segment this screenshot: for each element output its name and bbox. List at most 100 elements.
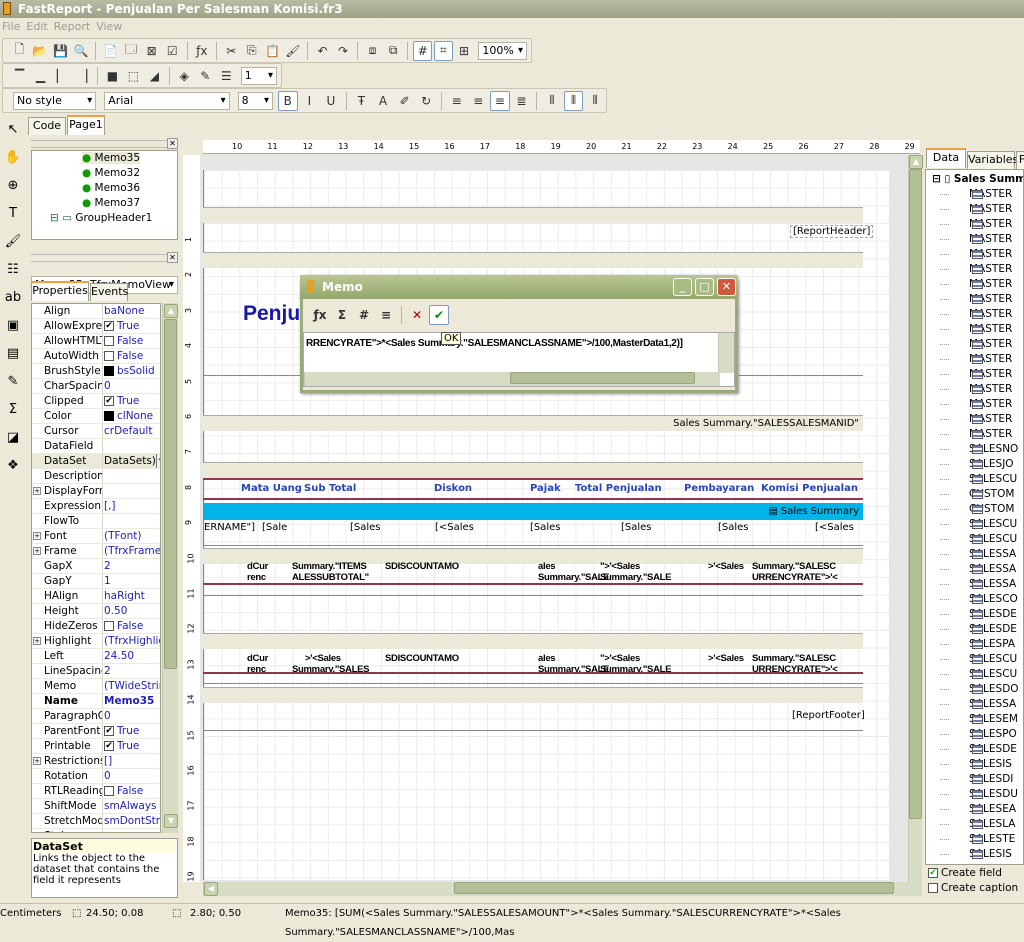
data-field-item[interactable]: MASTER [926, 232, 1023, 247]
tab-functions[interactable]: F [1016, 151, 1024, 169]
minimize-button[interactable]: _ [673, 278, 692, 296]
fill-color-button[interactable]: ◈ [175, 66, 194, 86]
band-memo[interactable]: Summary."SALESC [752, 653, 836, 664]
column-header[interactable]: Pajak [530, 483, 561, 494]
hand-tool[interactable]: ✋ [1, 145, 25, 169]
report-footer-band[interactable] [203, 687, 863, 703]
data-field-item[interactable]: MASTER [926, 322, 1023, 337]
format-painter-tool[interactable]: 🖌 [1, 229, 25, 253]
property-row[interactable]: +Highlight(TfrxHighlight) [32, 634, 160, 649]
property-value[interactable] [103, 484, 160, 498]
data-field-item[interactable]: MASTER [926, 397, 1023, 412]
property-row[interactable]: GapY 1 [32, 574, 160, 589]
memo-hscrollbar[interactable] [304, 372, 720, 386]
property-row[interactable]: Description [32, 469, 160, 484]
highlight-tool-tool[interactable]: ✎ [1, 369, 25, 393]
checkbox-icon[interactable]: ✔ [104, 321, 114, 331]
open-button[interactable]: 📂 [31, 41, 50, 61]
scroll-thumb[interactable] [454, 882, 894, 894]
property-row[interactable]: Style [32, 829, 160, 832]
report-header-memo[interactable]: [ReportHeader] [790, 225, 874, 238]
data-field-item[interactable]: MASTER [926, 187, 1023, 202]
band-memo[interactable]: ALESSUBTOTAL" [292, 572, 369, 583]
expand-icon[interactable]: + [33, 487, 41, 495]
band-memo[interactable]: renc [247, 572, 266, 583]
band-memo[interactable]: SDISCOUNTAMO [385, 653, 459, 664]
property-scrollbar[interactable]: ▲ ▼ [162, 303, 178, 833]
checkbox-icon[interactable] [104, 621, 114, 631]
band-memo[interactable]: ">'<Sales [600, 561, 640, 572]
data-field-item[interactable]: SALESPO [926, 727, 1023, 742]
menu-file[interactable]: File [2, 20, 20, 33]
new-button[interactable]: 🗋 [10, 41, 29, 61]
data-field-item[interactable]: SALESPA [926, 637, 1023, 652]
property-row[interactable]: RTLReading False [32, 784, 160, 799]
band-memo[interactable]: [<Sales [815, 522, 854, 533]
property-value[interactable]: (TWideStrings) [103, 679, 160, 693]
memo-text-tool[interactable]: ab [1, 285, 25, 309]
data-field-item[interactable]: SALESSA [926, 547, 1023, 562]
report-footer-memo[interactable]: [ReportFooter] [792, 710, 865, 721]
property-value[interactable]: haRight [103, 589, 160, 603]
property-row[interactable]: CharSpacing0 [32, 379, 160, 394]
data-field-item[interactable]: MASTER [926, 247, 1023, 262]
property-value[interactable]: ✔ True [103, 739, 160, 753]
report-header-band[interactable] [203, 207, 863, 223]
property-row[interactable]: Height 0.50 [32, 604, 160, 619]
group-button[interactable]: ⧈ [363, 41, 382, 61]
property-row[interactable]: +DisplayFormat [32, 484, 160, 499]
data-field-item[interactable]: MASTER [926, 337, 1023, 352]
property-value[interactable]: smAlways [103, 799, 160, 813]
band-memo[interactable]: dCur [247, 561, 268, 572]
paste-button[interactable]: 📋 [263, 41, 282, 61]
property-value[interactable]: False [103, 619, 160, 633]
data-field-item[interactable]: MASTER [926, 277, 1023, 292]
property-value[interactable]: False [103, 784, 160, 798]
data-field-item[interactable]: SALESEM [926, 712, 1023, 727]
band-memo[interactable]: ales [538, 561, 556, 572]
underline-button[interactable]: U [321, 91, 341, 111]
band-memo[interactable]: ERNAME"] [204, 522, 255, 533]
property-value[interactable]: 0 [103, 379, 160, 393]
tab-code[interactable]: Code [28, 117, 66, 135]
data-field-item[interactable]: CUSTOM [926, 502, 1023, 517]
style-select[interactable]: No style [13, 91, 97, 110]
property-value[interactable]: 2 [103, 664, 160, 678]
property-value[interactable] [103, 469, 160, 483]
property-row[interactable]: + Restrictions[] [32, 754, 160, 769]
property-row[interactable]: ExpressionDelimiters[,] [32, 499, 160, 514]
property-row[interactable]: Color clNone [32, 409, 160, 424]
frame-right-button[interactable]: ▕ [73, 66, 92, 86]
bold-button[interactable]: B [277, 90, 298, 111]
picture-tool[interactable]: ▣ [1, 313, 25, 337]
property-row[interactable]: StretchModesmDontStretch [32, 814, 160, 829]
property-value[interactable] [103, 514, 160, 528]
data-field-item[interactable]: SALESCU [926, 517, 1023, 532]
expand-icon[interactable]: + [33, 532, 41, 540]
tab-page1[interactable]: Page1 [67, 115, 105, 135]
band-memo[interactable]: [Sales [350, 522, 381, 533]
new-dialog-button[interactable]: 🗔 [122, 41, 141, 61]
checkbox-icon[interactable] [104, 336, 114, 346]
property-row[interactable]: Left 24.50 [32, 649, 160, 664]
scroll-thumb[interactable] [164, 319, 177, 669]
memo-editor[interactable]: RRENCYRATE">*<Sales Summary."SALESMANCLA… [303, 332, 735, 387]
column-header[interactable]: Pembayaran [684, 483, 754, 494]
property-value[interactable] [103, 439, 160, 453]
property-row[interactable]: HideZeros False [32, 619, 160, 634]
property-value[interactable]: DataSets)▾ [103, 454, 160, 468]
data-field-item[interactable]: MASTER [926, 427, 1023, 442]
property-value[interactable]: 0 [103, 709, 160, 723]
data-field-item[interactable]: SALESDE [926, 607, 1023, 622]
column-header[interactable]: Mata Uang [241, 483, 302, 494]
property-value[interactable]: 0.50 [103, 604, 160, 618]
scroll-thumb[interactable] [909, 169, 922, 819]
select-tool[interactable]: ↖ [1, 117, 25, 141]
data-field-item[interactable]: SALESIS [926, 847, 1023, 862]
cancel-button[interactable]: ✕ [407, 305, 427, 325]
shadow-button[interactable]: ◢ [145, 66, 164, 86]
band-memo[interactable]: SDISCOUNTAMO [385, 561, 459, 572]
align-left-button[interactable]: ≡ [447, 91, 467, 111]
property-row[interactable]: AllowExpressions✔True [32, 319, 160, 334]
band-memo[interactable]: ales [538, 653, 556, 664]
